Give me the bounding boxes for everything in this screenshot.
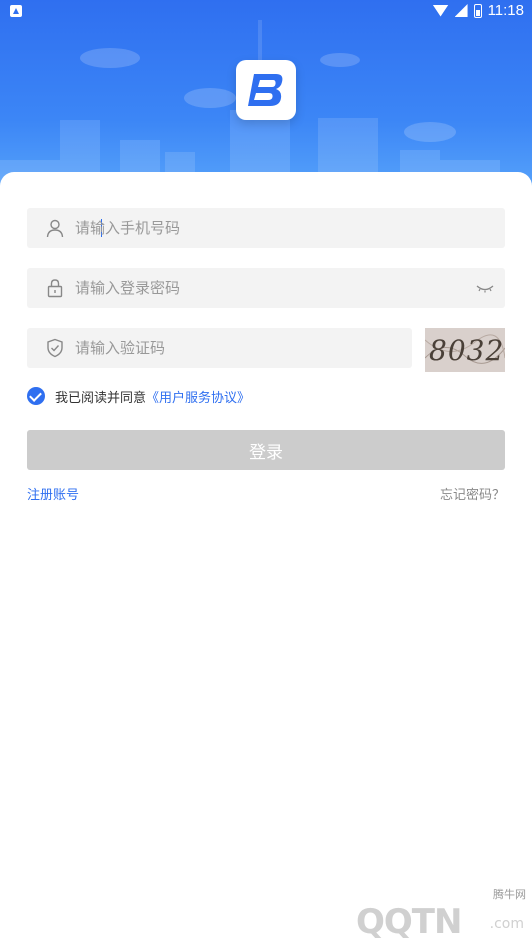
watermark-suffix: .com [489, 916, 524, 932]
header-banner: 11:18 [0, 0, 532, 200]
password-input[interactable] [75, 268, 455, 308]
forgot-password-link[interactable]: 忘记密码？ [440, 484, 505, 503]
app-notification-icon [10, 5, 22, 17]
register-link[interactable]: 注册账号 [27, 484, 79, 503]
shield-icon [47, 338, 63, 358]
cellular-icon [454, 4, 468, 17]
brand-logo-icon [236, 60, 296, 120]
phone-input[interactable] [75, 208, 455, 248]
agreement-text: 我已阅读并同意 [55, 390, 147, 406]
user-agreement-link[interactable]: 《用户服务协议》 [146, 387, 250, 406]
watermark-logo: 腾牛网 QQTN .com [316, 886, 526, 942]
wifi-icon [432, 4, 449, 17]
watermark-sub: 腾牛网 [493, 888, 526, 901]
captcha-text: 8032 [429, 334, 505, 367]
lock-icon [47, 279, 63, 298]
captcha-field [27, 328, 455, 368]
login-button[interactable]: 登录 [27, 430, 505, 470]
watermark-main: QQTN [356, 902, 462, 942]
captcha-image[interactable]: 8032 [425, 328, 505, 372]
user-icon [46, 219, 64, 238]
status-time: 11:18 [487, 2, 524, 19]
captcha-input[interactable] [75, 328, 455, 368]
agreement-row: 我已阅读并同意 《用户服务协议》 [27, 386, 250, 406]
agreement-checkbox[interactable] [27, 387, 45, 405]
status-bar: 11:18 [0, 0, 532, 24]
phone-field [27, 208, 505, 248]
eye-closed-icon[interactable] [475, 280, 495, 296]
battery-icon [473, 3, 482, 18]
password-field [27, 268, 505, 308]
